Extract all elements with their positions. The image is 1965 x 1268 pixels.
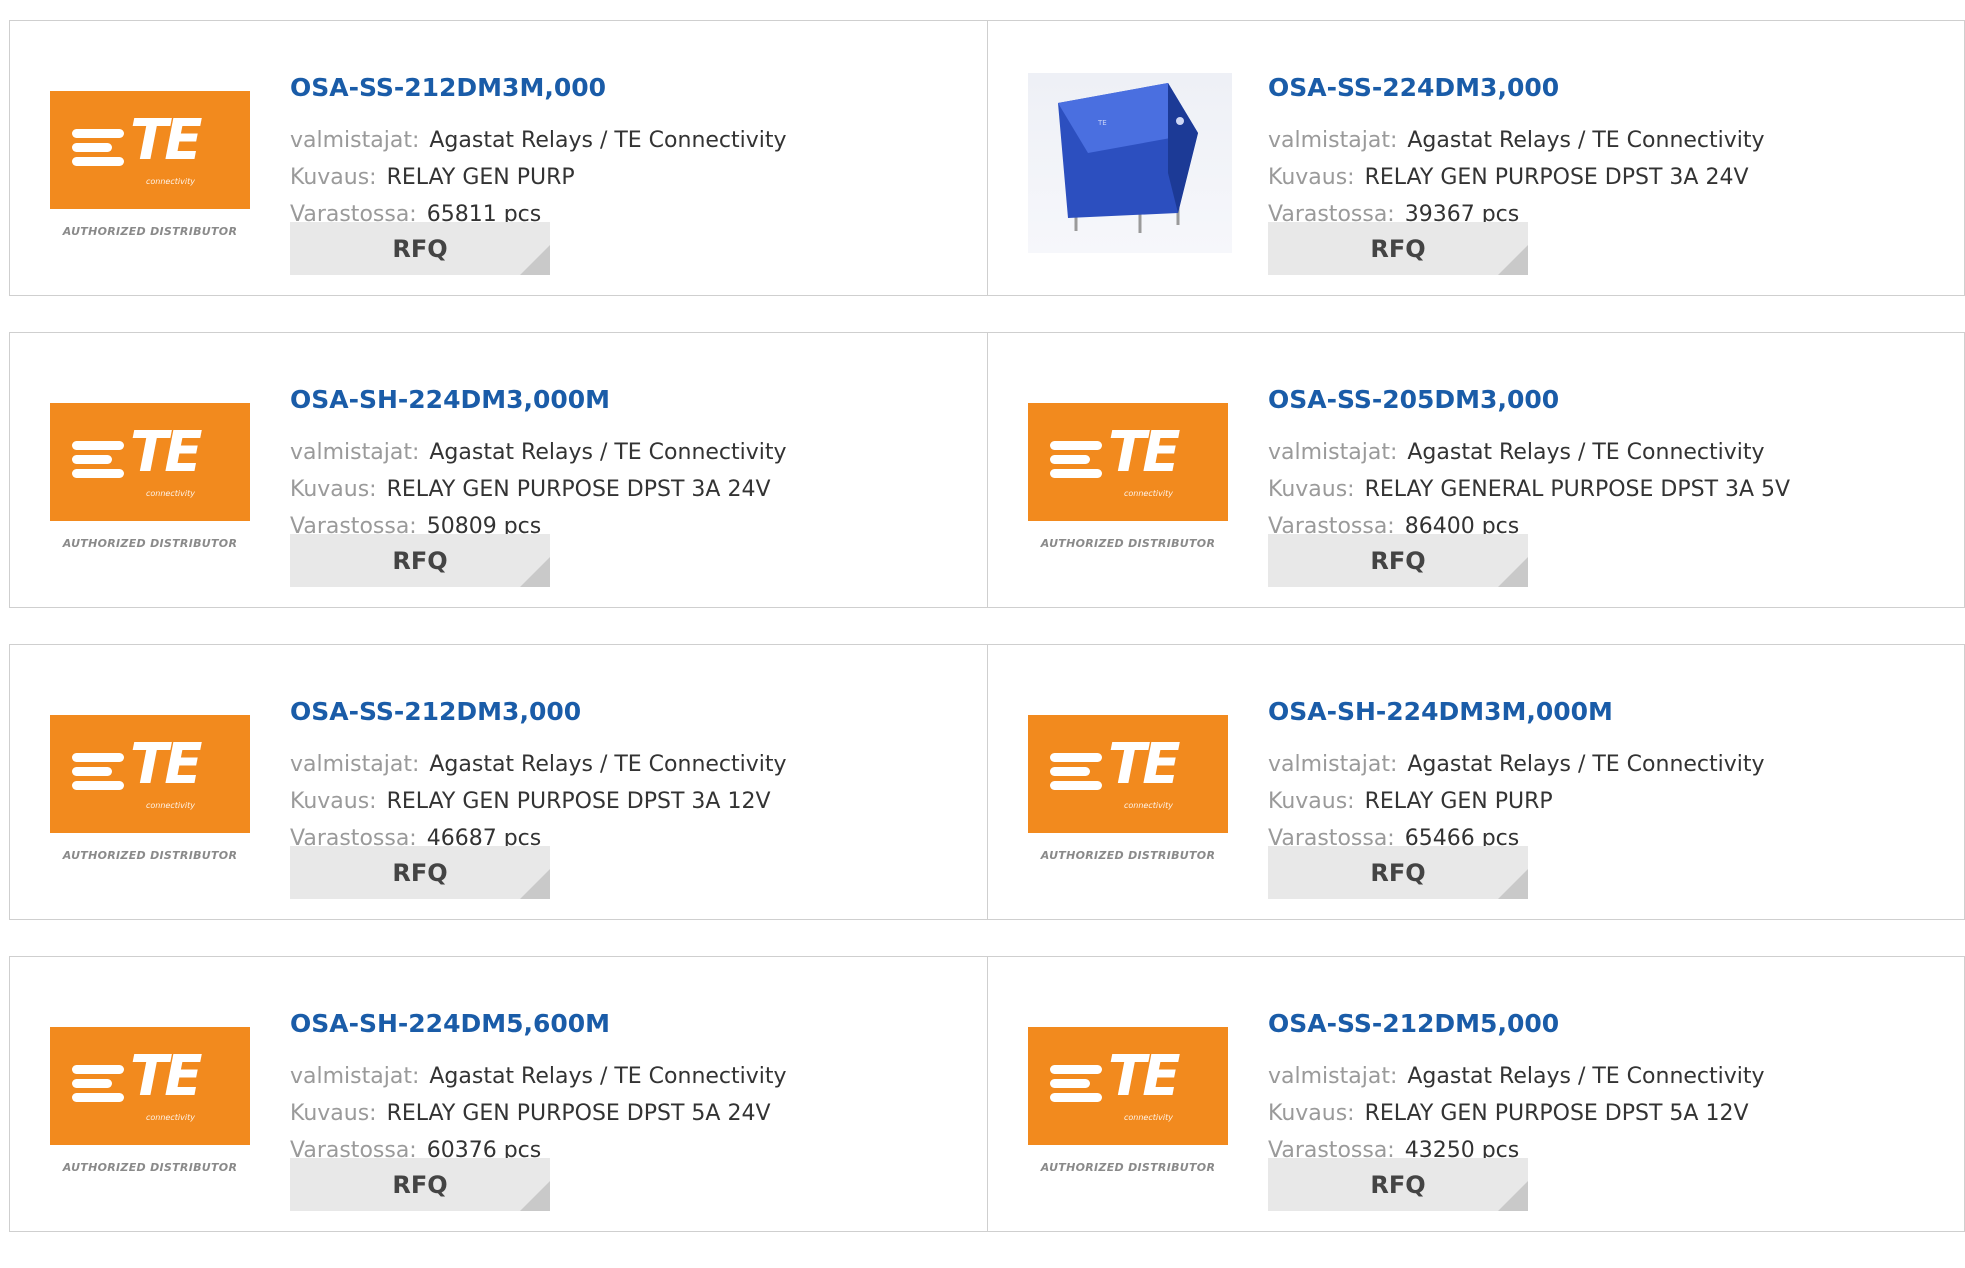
product-card: TE connectivity AUTHORIZED DISTRIBUTOR O… — [987, 333, 1964, 607]
te-connectivity-logo: TE connectivity — [1028, 1027, 1228, 1145]
product-thumbnail[interactable]: TE connectivity AUTHORIZED DISTRIBUTOR — [50, 73, 254, 253]
te-connectivity-logo: TE connectivity — [50, 403, 250, 521]
product-details: valmistajat: Agastat Relays / TE Connecti… — [1268, 746, 1765, 857]
product-details: valmistajat: Agastat Relays / TE Connecti… — [1268, 122, 1765, 233]
product-card: TE connectivity AUTHORIZED DISTRIBUTOR O… — [10, 645, 987, 919]
product-row: TE connectivity AUTHORIZED DISTRIBUTOR O… — [9, 332, 1965, 608]
manufacturer-label: valmistajat: — [290, 128, 420, 153]
manufacturer-label: valmistajat: — [1268, 440, 1398, 465]
rfq-button[interactable]: RFQ — [290, 534, 550, 587]
te-connectivity-logo: TE connectivity — [50, 1027, 250, 1145]
authorized-distributor-label: AUTHORIZED DISTRIBUTOR — [1040, 849, 1216, 862]
rfq-button[interactable]: RFQ — [1268, 846, 1528, 899]
product-card: TE OSA-SS-224DM3,000 valmistajat: Agastat… — [987, 21, 1964, 295]
part-number-link[interactable]: OSA-SS-212DM3,000 — [290, 697, 581, 726]
product-thumbnail[interactable]: TE connectivity AUTHORIZED DISTRIBUTOR — [50, 385, 254, 565]
manufacturer-label: valmistajat: — [290, 1064, 420, 1089]
manufacturer-value: Agastat Relays / TE Connectivity — [429, 440, 787, 465]
manufacturer-label: valmistajat: — [1268, 128, 1398, 153]
description-value: RELAY GEN PURPOSE DPST 5A 12V — [1364, 1101, 1749, 1126]
description-value: RELAY GEN PURPOSE DPST 5A 24V — [386, 1101, 771, 1126]
part-number-link[interactable]: OSA-SS-205DM3,000 — [1268, 385, 1559, 414]
description-label: Kuvaus: — [1268, 477, 1355, 502]
authorized-distributor-label: AUTHORIZED DISTRIBUTOR — [62, 537, 238, 550]
manufacturer-value: Agastat Relays / TE Connectivity — [429, 128, 787, 153]
product-thumbnail[interactable]: TE connectivity AUTHORIZED DISTRIBUTOR — [1028, 697, 1232, 877]
part-number-link[interactable]: OSA-SS-212DM3M,000 — [290, 73, 606, 102]
relay-product-photo: TE — [1028, 73, 1232, 253]
product-thumbnail[interactable]: TE — [1028, 73, 1232, 253]
description-value: RELAY GEN PURP — [1364, 789, 1553, 814]
rfq-button[interactable]: RFQ — [1268, 222, 1528, 275]
product-details: valmistajat: Agastat Relays / TE Connecti… — [290, 122, 787, 233]
product-details: valmistajat: Agastat Relays / TE Connecti… — [290, 746, 787, 857]
part-number-link[interactable]: OSA-SH-224DM5,600M — [290, 1009, 610, 1038]
manufacturer-value: Agastat Relays / TE Connectivity — [1407, 440, 1765, 465]
description-value: RELAY GEN PURPOSE DPST 3A 24V — [1364, 165, 1749, 190]
product-card: TE connectivity AUTHORIZED DISTRIBUTOR O… — [987, 645, 1964, 919]
product-card: TE connectivity AUTHORIZED DISTRIBUTOR O… — [10, 957, 987, 1231]
product-details: valmistajat: Agastat Relays / TE Connecti… — [290, 1058, 787, 1169]
product-thumbnail[interactable]: TE connectivity AUTHORIZED DISTRIBUTOR — [50, 1009, 254, 1189]
manufacturer-value: Agastat Relays / TE Connectivity — [1407, 128, 1765, 153]
te-connectivity-logo: TE connectivity — [1028, 403, 1228, 521]
rfq-button[interactable]: RFQ — [1268, 534, 1528, 587]
description-value: RELAY GEN PURPOSE DPST 3A 24V — [386, 477, 771, 502]
product-details: valmistajat: Agastat Relays / TE Connecti… — [290, 434, 787, 545]
product-card: TE connectivity AUTHORIZED DISTRIBUTOR O… — [10, 333, 987, 607]
rfq-button[interactable]: RFQ — [290, 222, 550, 275]
product-row: TE connectivity AUTHORIZED DISTRIBUTOR O… — [9, 20, 1965, 296]
manufacturer-value: Agastat Relays / TE Connectivity — [429, 1064, 787, 1089]
product-grid: TE connectivity AUTHORIZED DISTRIBUTOR O… — [9, 20, 1965, 1268]
manufacturer-value: Agastat Relays / TE Connectivity — [1407, 1064, 1765, 1089]
svg-text:TE: TE — [1097, 119, 1107, 127]
description-value: RELAY GENERAL PURPOSE DPST 3A 5V — [1364, 477, 1791, 502]
product-details: valmistajat: Agastat Relays / TE Connecti… — [1268, 1058, 1765, 1169]
manufacturer-value: Agastat Relays / TE Connectivity — [429, 752, 787, 777]
product-thumbnail[interactable]: TE connectivity AUTHORIZED DISTRIBUTOR — [1028, 1009, 1232, 1189]
description-value: RELAY GEN PURPOSE DPST 3A 12V — [386, 789, 771, 814]
product-details: valmistajat: Agastat Relays / TE Connecti… — [1268, 434, 1790, 545]
authorized-distributor-label: AUTHORIZED DISTRIBUTOR — [1040, 537, 1216, 550]
product-row: TE connectivity AUTHORIZED DISTRIBUTOR O… — [9, 644, 1965, 920]
product-card: TE connectivity AUTHORIZED DISTRIBUTOR O… — [987, 957, 1964, 1231]
authorized-distributor-label: AUTHORIZED DISTRIBUTOR — [62, 1161, 238, 1174]
description-label: Kuvaus: — [290, 477, 377, 502]
description-label: Kuvaus: — [290, 165, 377, 190]
product-thumbnail[interactable]: TE connectivity AUTHORIZED DISTRIBUTOR — [1028, 385, 1232, 565]
part-number-link[interactable]: OSA-SH-224DM3M,000M — [1268, 697, 1613, 726]
te-connectivity-logo: TE connectivity — [50, 715, 250, 833]
rfq-button[interactable]: RFQ — [290, 846, 550, 899]
part-number-link[interactable]: OSA-SS-224DM3,000 — [1268, 73, 1559, 102]
authorized-distributor-label: AUTHORIZED DISTRIBUTOR — [62, 225, 238, 238]
part-number-link[interactable]: OSA-SS-212DM5,000 — [1268, 1009, 1559, 1038]
manufacturer-value: Agastat Relays / TE Connectivity — [1407, 752, 1765, 777]
description-value: RELAY GEN PURP — [386, 165, 575, 190]
description-label: Kuvaus: — [1268, 1101, 1355, 1126]
product-thumbnail[interactable]: TE connectivity AUTHORIZED DISTRIBUTOR — [50, 697, 254, 877]
product-row: TE connectivity AUTHORIZED DISTRIBUTOR O… — [9, 956, 1965, 1232]
manufacturer-label: valmistajat: — [1268, 1064, 1398, 1089]
description-label: Kuvaus: — [290, 1101, 377, 1126]
manufacturer-label: valmistajat: — [290, 752, 420, 777]
description-label: Kuvaus: — [290, 789, 377, 814]
description-label: Kuvaus: — [1268, 789, 1355, 814]
manufacturer-label: valmistajat: — [290, 440, 420, 465]
authorized-distributor-label: AUTHORIZED DISTRIBUTOR — [62, 849, 238, 862]
te-connectivity-logo: TE connectivity — [50, 91, 250, 209]
product-card: TE connectivity AUTHORIZED DISTRIBUTOR O… — [10, 21, 987, 295]
rfq-button[interactable]: RFQ — [1268, 1158, 1528, 1211]
part-number-link[interactable]: OSA-SH-224DM3,000M — [290, 385, 610, 414]
rfq-button[interactable]: RFQ — [290, 1158, 550, 1211]
authorized-distributor-label: AUTHORIZED DISTRIBUTOR — [1040, 1161, 1216, 1174]
description-label: Kuvaus: — [1268, 165, 1355, 190]
te-connectivity-logo: TE connectivity — [1028, 715, 1228, 833]
manufacturer-label: valmistajat: — [1268, 752, 1398, 777]
